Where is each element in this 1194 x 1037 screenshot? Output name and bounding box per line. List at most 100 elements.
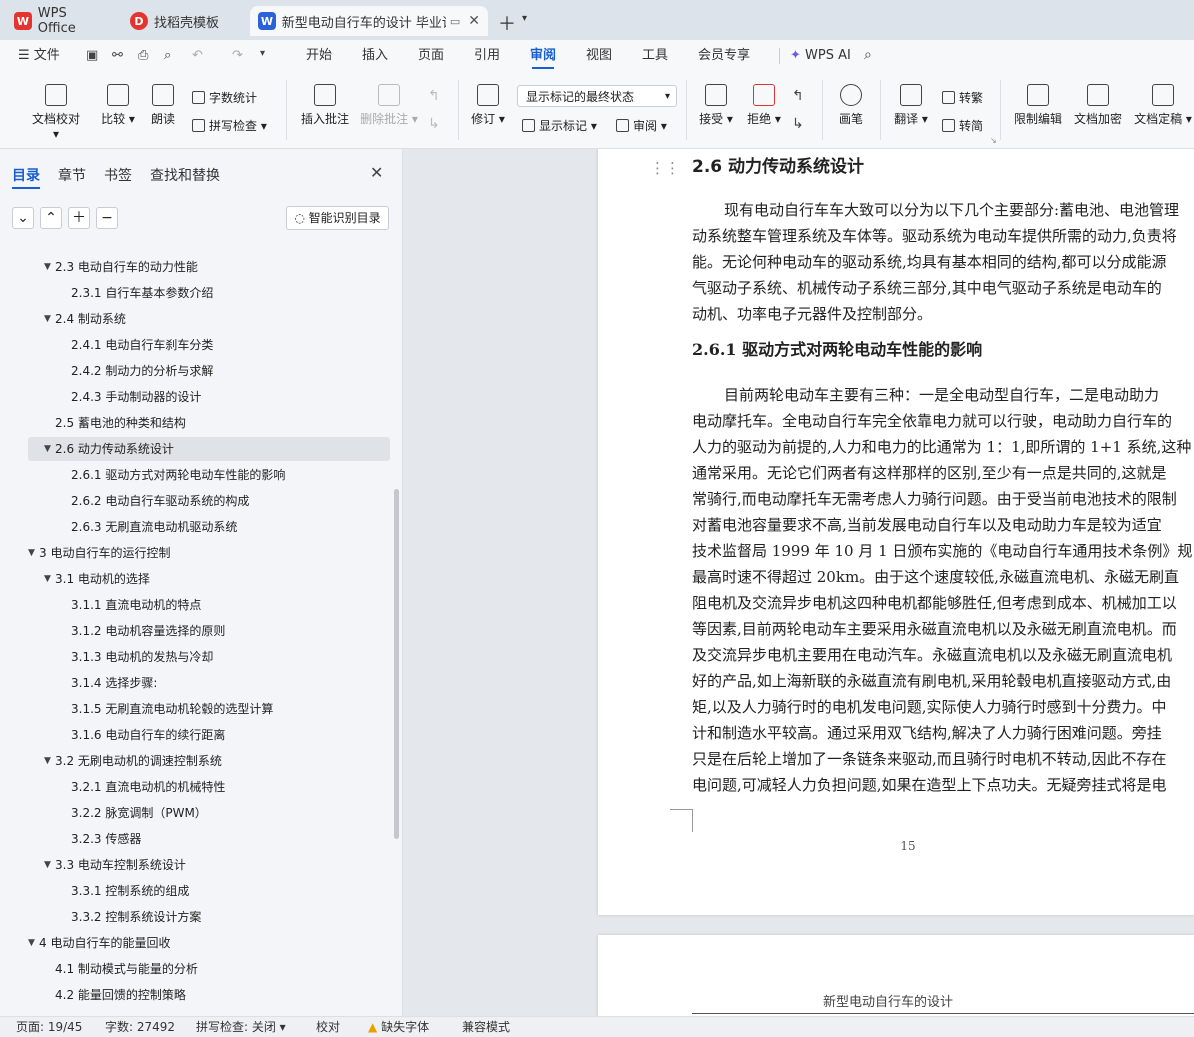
toc-item[interactable]: 3.1.1 直流电动机的特点 xyxy=(28,593,390,617)
show-markup-button[interactable]: 显示标记 ▾ xyxy=(522,117,597,134)
toc-collapse-icon[interactable]: ▼ xyxy=(44,749,54,773)
tabs-dropdown-icon[interactable]: ▾ xyxy=(522,13,527,24)
toc-item[interactable]: 3.1.3 电动机的发热与冷却 xyxy=(28,645,390,669)
toc-item[interactable]: ▼ 2.6 动力传动系统设计 xyxy=(28,437,390,461)
toc-item[interactable]: 2.4.1 电动自行车刹车分类 xyxy=(28,333,390,357)
missing-font-button[interactable]: ▲ 缺失字体 xyxy=(368,1017,429,1037)
tab-chapters[interactable]: 章节 xyxy=(58,165,86,185)
remove-heading-button[interactable]: − xyxy=(96,207,118,229)
next-comment-icon[interactable]: ↳ xyxy=(428,116,440,132)
toc-item[interactable]: ▼ 3 电动自行车的运行控制 xyxy=(28,541,390,565)
toc-collapse-icon[interactable]: ▼ xyxy=(44,567,54,591)
toc-item[interactable]: 2.5 蓄电池的种类和结构 xyxy=(28,411,390,435)
screen-icon[interactable]: ▭ xyxy=(450,15,460,28)
to-simplified-button[interactable]: 转简 xyxy=(942,117,983,134)
tab-document[interactable]: W 新型电动自行车的设计 毕业论 ▭ ✕ xyxy=(250,6,488,36)
review-pane-button[interactable]: 审阅 ▾ xyxy=(616,117,667,134)
menu-home[interactable]: 开始 xyxy=(306,40,332,72)
toc-item[interactable]: ▼ 4 电动自行车的能量回收 xyxy=(28,931,390,955)
undo-icon[interactable]: ↶ xyxy=(192,48,203,63)
toc-item[interactable]: ▼ 2.3 电动自行车的动力性能 xyxy=(28,255,390,279)
drag-handle-icon[interactable]: ⋮⋮ xyxy=(650,159,680,177)
prev-comment-icon[interactable]: ↰ xyxy=(428,88,440,104)
smart-toc-button[interactable]: ◌ 智能识别目录 xyxy=(286,206,389,230)
collapse-up-button[interactable]: ⌃ xyxy=(40,207,62,229)
print-icon[interactable]: ⎙ xyxy=(138,48,148,63)
spell-check-button[interactable]: 拼写检查 ▾ xyxy=(192,117,267,134)
toc-item[interactable]: 3.2.1 直流电动机的机械特性 xyxy=(28,775,390,799)
toc-collapse-icon[interactable]: ▼ xyxy=(28,931,38,955)
tab-bookmarks[interactable]: 书签 xyxy=(104,165,132,185)
toc-item[interactable]: 2.4.2 制动力的分析与求解 xyxy=(28,359,390,383)
spell-status[interactable]: 拼写检查: 关闭 ▾ xyxy=(196,1017,286,1037)
prev-change-icon[interactable]: ↰ xyxy=(792,88,804,104)
toc-item[interactable]: 2.6.2 电动自行车驱动系统的构成 xyxy=(28,489,390,513)
menu-member[interactable]: 会员专享 xyxy=(698,40,750,72)
save-icon[interactable]: ▣ xyxy=(86,48,98,63)
restrict-edit-button[interactable]: 限制编辑 xyxy=(1012,84,1064,127)
menu-tools[interactable]: 工具 xyxy=(642,40,668,72)
toc-item[interactable]: 2.4.3 手动制动器的设计 xyxy=(28,385,390,409)
proof-button[interactable]: 校对 xyxy=(316,1017,340,1037)
search-icon[interactable]: ⌕ xyxy=(864,47,872,63)
tab-find-replace[interactable]: 查找和替换 xyxy=(150,165,220,185)
tab-docer-templates[interactable]: D 找稻壳模板 xyxy=(122,6,244,36)
to-traditional-button[interactable]: 转繁 xyxy=(942,89,983,106)
toc-item[interactable]: ▼ 2.4 制动系统 xyxy=(28,307,390,331)
menu-references[interactable]: 引用 xyxy=(474,40,500,72)
pen-button[interactable]: 画笔 xyxy=(836,84,866,127)
toc-item[interactable]: 4.1 制动模式与能量的分析 xyxy=(28,957,390,981)
word-count[interactable]: 字数: 27492 xyxy=(105,1017,175,1037)
link-icon[interactable]: ⚯ xyxy=(112,48,123,63)
menu-page[interactable]: 页面 xyxy=(418,40,444,72)
toc-item[interactable]: 3.1.5 无刷直流电动机轮毂的选型计算 xyxy=(28,697,390,721)
next-change-icon[interactable]: ↳ xyxy=(792,116,804,132)
track-changes-button[interactable]: 修订 ▾ xyxy=(470,84,506,127)
toc-item[interactable]: 2.3.1 自行车基本参数介绍 xyxy=(28,281,390,305)
toc-item[interactable]: 2.6.3 无刷直流电动机驱动系统 xyxy=(28,515,390,539)
toc-item[interactable]: 3.1.2 电动机容量选择的原则 xyxy=(28,619,390,643)
file-menu[interactable]: ☰ 文件 xyxy=(18,40,60,72)
insert-comment-button[interactable]: 插入批注 xyxy=(298,84,352,127)
word-count-button[interactable]: 字数统计 xyxy=(192,89,257,106)
encrypt-button[interactable]: 文档加密 xyxy=(1072,84,1124,127)
toc-item[interactable]: 3.1.4 选择步骤: xyxy=(28,671,390,695)
add-heading-button[interactable]: ＋ xyxy=(68,207,90,229)
reject-button[interactable]: 拒绝 ▾ xyxy=(746,84,782,127)
toc-collapse-icon[interactable]: ▼ xyxy=(44,437,54,461)
print-preview-icon[interactable]: ⌕ xyxy=(164,48,171,63)
expand-down-button[interactable]: ⌄ xyxy=(12,207,34,229)
toc-collapse-icon[interactable]: ▼ xyxy=(28,541,38,565)
toc-item[interactable]: 2.6.1 驱动方式对两轮电动车性能的影响 xyxy=(28,463,390,487)
toc-item[interactable]: 4.2 能量回馈的控制策略 xyxy=(28,983,390,1007)
toc-item[interactable]: ▼ 3.3 电动车控制系统设计 xyxy=(28,853,390,877)
toc-item[interactable]: ▼ 3.2 无刷电动机的调速控制系统 xyxy=(28,749,390,773)
accept-button[interactable]: 接受 ▾ xyxy=(698,84,734,127)
toc-collapse-icon[interactable]: ▼ xyxy=(44,307,54,331)
wps-ai-button[interactable]: ✦ WPS AI xyxy=(790,40,851,72)
translate-button[interactable]: 翻译 ▾ xyxy=(892,84,930,127)
compare-button[interactable]: 比较 ▾ xyxy=(98,84,138,127)
delete-comment-button[interactable]: 删除批注 ▾ xyxy=(360,84,418,127)
toc-item[interactable]: 3.1.6 电动自行车的续行距离 xyxy=(28,723,390,747)
doc-check-button[interactable]: 文档校对 ▾ xyxy=(28,84,84,141)
menu-view[interactable]: 视图 xyxy=(586,40,612,72)
tab-toc[interactable]: 目录 xyxy=(12,165,40,185)
more-quick-icon[interactable]: ▾ xyxy=(260,48,265,59)
group-expand-icon[interactable]: ↘ xyxy=(990,136,997,145)
markup-state-select[interactable]: 显示标记的最终状态 ▾ xyxy=(517,85,677,107)
toc-item[interactable]: ▼ 3.1 电动机的选择 xyxy=(28,567,390,591)
menu-insert[interactable]: 插入 xyxy=(362,40,388,72)
close-tab-icon[interactable]: ✕ xyxy=(468,13,480,29)
new-tab-icon[interactable]: ＋ xyxy=(498,10,516,36)
menu-review[interactable]: 审阅 xyxy=(530,40,556,72)
finalize-button[interactable]: 文档定稿 ▾ xyxy=(1134,84,1192,127)
toc-collapse-icon[interactable]: ▼ xyxy=(44,255,54,279)
read-aloud-button[interactable]: 朗读 xyxy=(148,84,178,127)
toc-item[interactable]: 3.2.2 脉宽调制（PWM） xyxy=(28,801,390,825)
page-indicator[interactable]: 页面: 19/45 xyxy=(16,1017,82,1037)
redo-icon[interactable]: ↷ xyxy=(232,48,243,63)
close-pane-icon[interactable]: ✕ xyxy=(370,163,383,182)
pane-scrollbar[interactable] xyxy=(394,489,399,839)
toc-item[interactable]: 3.3.2 控制系统设计方案 xyxy=(28,905,390,929)
